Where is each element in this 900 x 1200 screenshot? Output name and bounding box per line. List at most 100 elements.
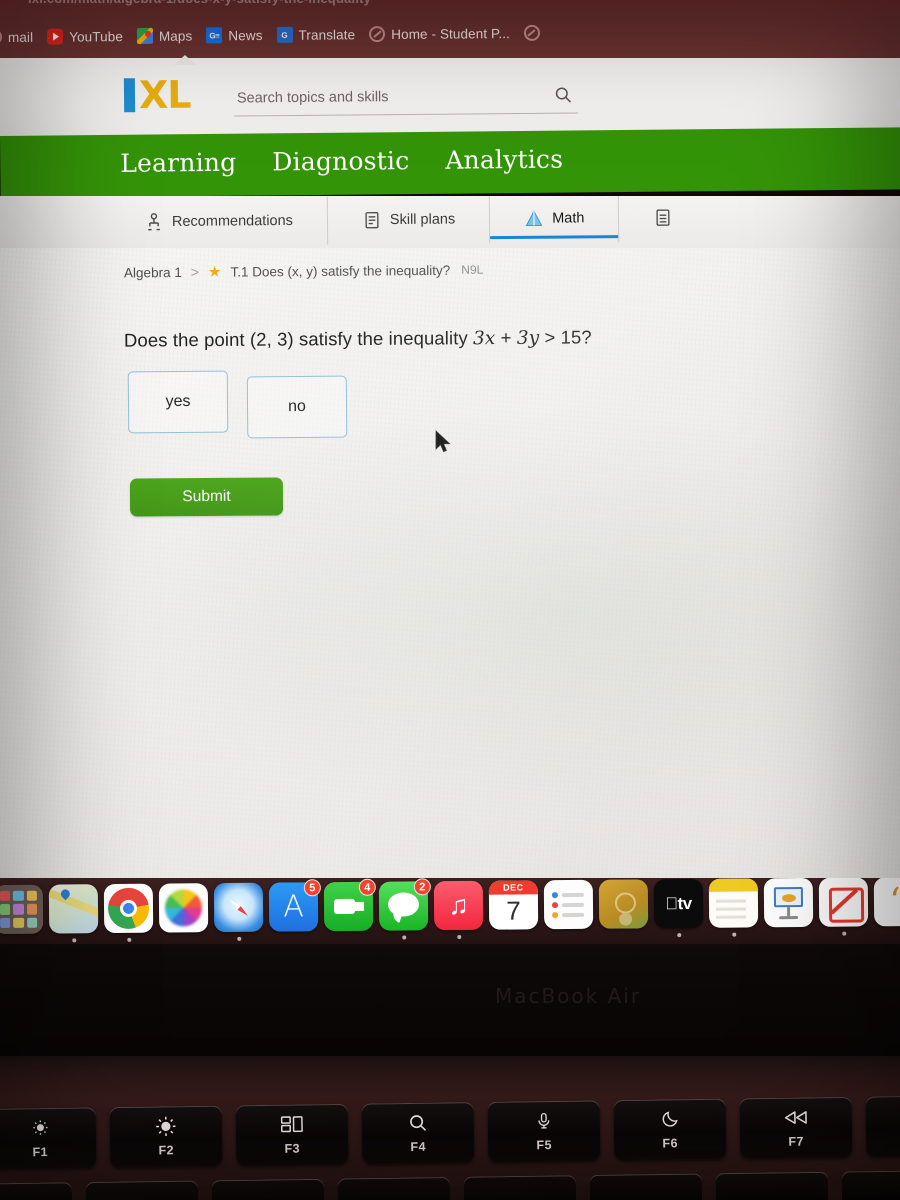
key-f3[interactable]: F3 — [235, 1103, 349, 1166]
globe-icon — [523, 24, 540, 41]
bookmark-home-student-portal[interactable]: Home - Student P... — [369, 25, 510, 43]
key-f7[interactable]: F7 — [739, 1096, 853, 1159]
search-icon[interactable] — [554, 86, 572, 104]
keyboard-key[interactable] — [211, 1178, 325, 1200]
secondary-tab-bar: Recommendations Skill plans Math — [0, 196, 900, 248]
ixl-logo[interactable]: XL — [123, 73, 191, 117]
bookmarks-bar: mail YouTube Maps G≡ News G Translate Ho… — [0, 19, 540, 51]
dock-item-contacts[interactable] — [598, 879, 649, 929]
dock-item-maps[interactable] — [48, 884, 99, 943]
keyboard-key[interactable] — [0, 1182, 73, 1200]
dock-item-facetime[interactable]: 4 — [323, 878, 376, 932]
keyboard-key[interactable] — [589, 1173, 703, 1200]
question-relation: > 15? — [539, 326, 592, 348]
answer-label: yes — [165, 392, 191, 411]
bookmark-label: Translate — [298, 26, 356, 43]
tab-overflow[interactable] — [619, 196, 683, 242]
answer-option-no[interactable]: no — [246, 375, 348, 439]
dock-item-calendar[interactable]: DEC 7 — [488, 880, 539, 930]
skill-practice-page: Algebra 1 > ★ T.1 Does (x, y) satisfy th… — [0, 248, 900, 878]
key-f1[interactable]: F1 — [0, 1107, 97, 1169]
bookmark-gmail[interactable]: mail — [0, 29, 33, 46]
function-key-row: F1 F2 F3 F4 F5 F6 F7 — [0, 1095, 900, 1169]
search-field-wrapper[interactable] — [233, 86, 579, 117]
rewind-icon — [784, 1107, 808, 1127]
clipboard-icon — [656, 209, 670, 226]
key-f4[interactable]: F4 — [361, 1102, 475, 1164]
youtube-icon — [47, 28, 64, 45]
maps-icon — [48, 884, 99, 934]
dock-item-music[interactable] — [433, 880, 484, 940]
skill-plans-icon — [365, 212, 379, 229]
breadcrumb-subject[interactable]: Algebra 1 — [124, 264, 182, 279]
primary-navigation: Learning Diagnostic Analytics — [0, 127, 900, 198]
dock-item-messages[interactable]: 2 — [378, 878, 431, 940]
key-f6[interactable]: F6 — [613, 1098, 727, 1161]
key-label: F3 — [284, 1141, 300, 1156]
keyboard-key[interactable] — [337, 1176, 451, 1200]
dock-item-notes[interactable] — [708, 878, 759, 937]
keyboard-key[interactable] — [85, 1180, 199, 1200]
bookmark-translate[interactable]: G Translate — [276, 26, 355, 43]
dock-item-numbers[interactable] — [818, 878, 869, 936]
dictation-microphone-icon — [535, 1110, 553, 1130]
tab-recommendations[interactable]: Recommendations — [109, 196, 329, 247]
bookmark-maps[interactable]: Maps — [136, 27, 193, 44]
running-indicator — [71, 938, 76, 943]
bookmark-news[interactable]: G≡ News — [206, 27, 263, 44]
keyboard-key[interactable] — [463, 1175, 577, 1200]
key-label: F7 — [788, 1133, 804, 1149]
spotlight-search-icon — [408, 1112, 428, 1132]
keynote-icon — [763, 878, 814, 928]
dock-item-apple-tv[interactable] — [653, 878, 704, 938]
bookmark-extra[interactable] — [523, 24, 540, 41]
browser-chrome: ixl.com/math/algebra-1/does-x-y-satisfy-… — [0, 0, 900, 58]
dock-item-launchpad[interactable] — [0, 884, 44, 935]
question-text: Does the point (2, 3) satisfy the inequa… — [124, 326, 592, 351]
nav-item-diagnostic[interactable]: Diagnostic — [272, 146, 409, 176]
laptop-screen-bezel: MacBook Air — [0, 944, 900, 1056]
dock-item-photos[interactable] — [158, 883, 209, 933]
do-not-disturb-moon-icon — [660, 1109, 679, 1129]
dock-item-keynote[interactable] — [763, 878, 814, 928]
key-f8[interactable]: F8 — [865, 1095, 900, 1157]
submit-button[interactable]: Submit — [129, 477, 284, 517]
running-indicator — [731, 932, 736, 937]
notification-badge: 5 — [303, 879, 321, 897]
address-bar[interactable]: ixl.com/math/algebra-1/does-x-y-satisfy-… — [0, 0, 900, 11]
key-f2[interactable]: F2 — [109, 1105, 223, 1168]
math-prism-icon — [525, 210, 543, 227]
google-news-icon: G≡ — [206, 27, 223, 44]
brightness-down-icon — [30, 1118, 49, 1138]
bookmark-youtube[interactable]: YouTube — [47, 28, 123, 45]
star-icon[interactable]: ★ — [208, 263, 222, 280]
macos-dock: 5 4 2 DEC 7 — [0, 878, 900, 944]
dock-item-pages[interactable] — [873, 878, 900, 927]
search-input[interactable] — [233, 87, 535, 111]
gmail-icon — [0, 29, 3, 46]
reminders-icon — [543, 879, 594, 930]
answer-label: no — [288, 397, 306, 416]
answer-option-yes[interactable]: yes — [127, 370, 229, 434]
calendar-icon: DEC 7 — [488, 880, 539, 930]
dock-item-chrome[interactable] — [103, 883, 154, 942]
keyboard-key[interactable] — [715, 1171, 829, 1200]
answer-options: yes no — [127, 370, 348, 439]
launchpad-icon — [0, 884, 44, 935]
tab-math[interactable]: Math — [489, 196, 620, 244]
running-indicator — [676, 933, 681, 938]
photo-of-laptop-screen: ixl.com/math/algebra-1/does-x-y-satisfy-… — [0, 0, 900, 1200]
dock-item-safari[interactable] — [213, 882, 264, 941]
key-f5[interactable]: F5 — [487, 1100, 601, 1162]
bookmark-label: Home - Student P... — [391, 25, 510, 42]
tab-skill-plans[interactable]: Skill plans — [327, 196, 491, 245]
google-maps-icon — [136, 27, 153, 44]
dock-item-app-store[interactable]: 5 — [268, 879, 321, 932]
breadcrumb-separator: > — [190, 263, 200, 280]
keyboard-key[interactable] — [841, 1169, 900, 1200]
question-prefix: Does the point (2, 3) satisfy the inequa… — [123, 327, 474, 351]
nav-item-analytics[interactable]: Analytics — [445, 145, 563, 175]
ixl-site-header: XL — [0, 58, 900, 136]
dock-item-reminders[interactable] — [543, 879, 594, 930]
nav-item-learning[interactable]: Learning — [120, 148, 236, 178]
